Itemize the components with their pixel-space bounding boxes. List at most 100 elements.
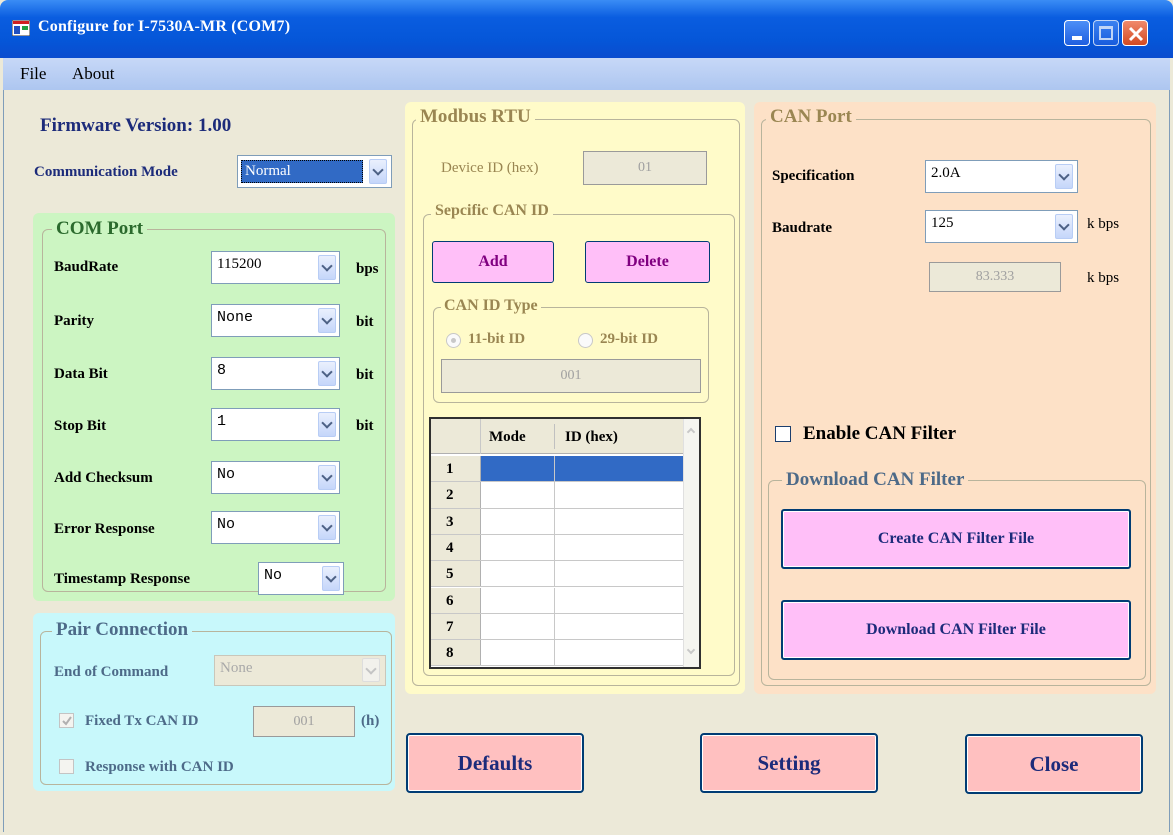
table-header-mode[interactable]: Mode [489,429,526,446]
cell-mode[interactable] [481,534,555,561]
chevron-down-icon[interactable] [318,308,336,333]
cell-id[interactable] [555,534,683,561]
menu-about[interactable]: About [72,64,115,84]
cell-mode[interactable] [481,482,555,508]
add-checksum-value: No [217,466,236,483]
baudrate-value: 115200 [217,256,262,272]
timestamp-response-label: Timestamp Response [54,571,190,587]
firmware-version: Firmware Version: 1.00 [40,115,231,137]
menu-file[interactable]: File [20,64,46,84]
com-port-title: COM Port [52,218,148,240]
comm-mode-value: Normal [241,160,363,183]
pair-connection-title: Pair Connection [52,619,193,641]
radio-11bit-label: 11-bit ID [468,331,526,347]
enable-can-filter-checkbox[interactable] [775,426,791,442]
add-button[interactable]: Add [432,241,554,283]
table-row[interactable]: 4 [431,534,683,562]
fixed-tx-unit: (h) [361,713,380,729]
cell-id[interactable] [555,587,683,613]
close-icon [1128,26,1144,42]
cell-id[interactable] [555,613,683,640]
radio-29bit[interactable] [578,333,593,348]
baudrate-can-unit: k bps [1087,216,1120,232]
maximize-button[interactable] [1093,20,1119,46]
defaults-button[interactable]: Defaults [406,733,584,793]
table-row[interactable]: 6 [431,587,683,614]
radio-29bit-label: 29-bit ID [600,331,658,347]
minimize-button[interactable] [1064,20,1090,46]
table-row[interactable]: 2 [431,482,683,509]
row-header[interactable]: 6 [431,587,481,613]
chevron-down-icon[interactable] [1055,164,1073,189]
can-id-value-input[interactable]: 001 [441,359,701,393]
cell-id[interactable] [555,482,683,508]
end-of-command-label: End of Command [54,664,169,680]
table-row[interactable]: 8 [431,640,683,667]
menu-bar [3,58,1170,90]
chevron-down-icon[interactable] [362,658,380,682]
chevron-down-icon[interactable] [318,361,336,386]
app-icon [12,20,30,36]
table-row[interactable]: 1 [431,456,683,483]
firmware-label: Firmware Version: [40,115,194,136]
table-row[interactable]: 5 [431,561,683,588]
create-can-filter-button[interactable]: Create CAN Filter File [781,509,1131,569]
row-header[interactable]: 7 [431,613,481,640]
radio-11bit[interactable] [446,333,461,348]
cell-id[interactable] [555,508,683,534]
stop-bit-label: Stop Bit [54,418,107,434]
can-id-type-title: CAN ID Type [441,297,541,315]
chevron-down-icon[interactable] [318,515,336,540]
fixed-tx-input[interactable]: 001 [253,706,355,737]
setting-button[interactable]: Setting [700,733,878,793]
firmware-value: 1.00 [197,115,232,136]
delete-button[interactable]: Delete [585,241,710,283]
chevron-down-icon[interactable] [369,159,387,184]
comm-mode-select[interactable]: Normal [237,155,392,188]
cell-mode[interactable] [481,587,555,613]
cell-mode[interactable] [481,456,555,482]
device-id-label: Device ID (hex) [441,160,539,176]
close-window-button[interactable] [1122,20,1148,46]
table-header-id[interactable]: ID (hex) [565,429,618,446]
row-header[interactable]: 5 [431,561,481,587]
device-id-input[interactable]: 01 [583,151,707,185]
can-id-table[interactable]: Mode ID (hex) 12345678 [429,417,701,669]
chevron-down-icon[interactable] [1055,214,1073,239]
cell-id[interactable] [555,640,683,666]
end-of-command-select[interactable]: None [214,655,386,686]
error-response-value: No [217,516,236,533]
baudrate-custom-unit: k bps [1087,270,1120,286]
stop-bit-value: 1 [217,413,227,430]
chevron-up-icon[interactable] [686,427,696,437]
comm-mode-label: Communication Mode [34,164,178,180]
chevron-down-icon[interactable] [318,412,336,437]
close-button[interactable]: Close [965,734,1143,794]
row-header[interactable]: 4 [431,534,481,561]
cell-mode[interactable] [481,640,555,666]
chevron-down-icon[interactable] [318,255,336,280]
chevron-down-icon[interactable] [322,566,340,591]
download-can-filter-button[interactable]: Download CAN Filter File [781,600,1131,660]
baudrate-custom-input[interactable]: 83.333 [929,262,1061,292]
baudrate-label: BaudRate [54,259,119,275]
table-row[interactable]: 7 [431,613,683,641]
timestamp-response-value: No [264,567,283,584]
row-header[interactable]: 2 [431,482,481,508]
chevron-down-icon[interactable] [686,645,696,655]
cell-mode[interactable] [481,508,555,534]
table-row[interactable]: 3 [431,508,683,535]
cell-mode[interactable] [481,561,555,587]
baudrate-can-label: Baudrate [772,220,832,236]
chevron-down-icon[interactable] [318,465,336,490]
error-response-label: Error Response [54,521,155,537]
fixed-tx-checkbox[interactable] [59,713,74,728]
cell-mode[interactable] [481,613,555,640]
response-with-can-id-checkbox[interactable] [59,759,74,774]
row-header[interactable]: 3 [431,508,481,534]
row-header[interactable]: 8 [431,640,481,666]
cell-id[interactable] [555,561,683,587]
row-header[interactable]: 1 [431,456,481,482]
table-scrollbar[interactable] [683,419,699,667]
cell-id[interactable] [555,456,683,482]
